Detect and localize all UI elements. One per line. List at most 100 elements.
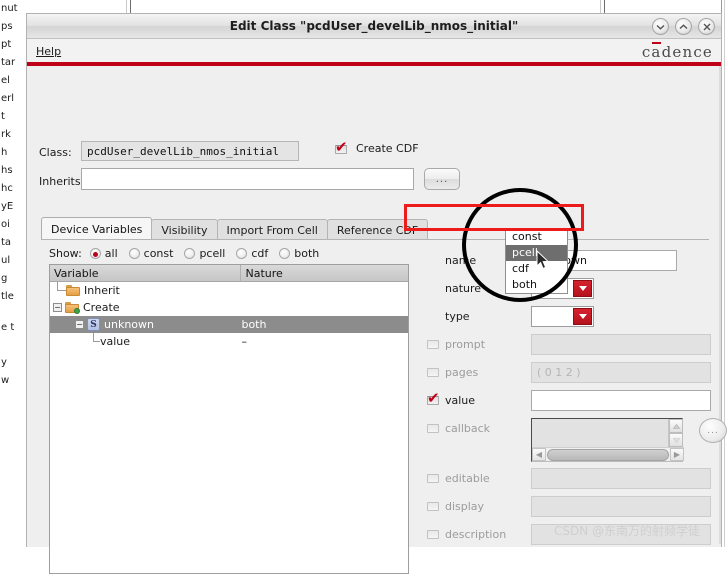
radio-icon[interactable] — [129, 248, 140, 259]
tab-label: Import From Cell — [227, 224, 318, 237]
prompt-input — [531, 334, 711, 355]
scroll-down-icon[interactable] — [669, 433, 683, 447]
property-label-description: description — [427, 528, 531, 541]
bg-text: hc — [1, 183, 13, 194]
collapse-toggle-icon[interactable]: − — [53, 303, 62, 312]
menu-item-help-label: Help — [36, 45, 61, 58]
dialog-titlebar[interactable]: Edit Class "pcdUser_develLib_nmos_initia… — [27, 14, 721, 39]
scroll-left-icon[interactable]: ◀ — [532, 448, 546, 461]
table-row[interactable]: value – — [50, 333, 408, 350]
dialog-menubar: Help cadence — [27, 39, 721, 66]
type-combobox[interactable] — [531, 306, 594, 327]
radio-label: cdf — [251, 247, 268, 260]
create-cdf-checkbox[interactable]: ✔ Create CDF — [335, 142, 419, 155]
nature-dropdown-list[interactable]: const pcell cdf both — [505, 228, 568, 294]
bg-text: w — [1, 375, 9, 386]
radio-pcell[interactable]: pcell — [184, 247, 225, 260]
prompt-checkbox[interactable] — [427, 338, 440, 350]
dialog-body: Class: pcdUser_develLib_nmos_initial ✔ C… — [27, 66, 721, 544]
minimize-icon[interactable] — [652, 18, 669, 35]
checkbox-icon[interactable] — [427, 338, 440, 350]
property-label-prompt: prompt — [427, 338, 531, 351]
tab-reference-cdf[interactable]: Reference CDF — [327, 219, 428, 240]
tab-import-from-cell[interactable]: Import From Cell — [217, 219, 328, 240]
radio-all[interactable]: all — [90, 247, 118, 260]
tree-connector — [88, 333, 100, 350]
callback-textarea[interactable]: ◀ ▶ — [531, 418, 683, 462]
checkbox-icon[interactable] — [427, 422, 440, 434]
column-header-nature[interactable]: Nature — [241, 265, 408, 281]
radio-cdf[interactable]: cdf — [236, 247, 268, 260]
folder-icon — [66, 285, 80, 296]
bg-text: el — [1, 75, 10, 86]
bg-text: hs — [1, 165, 13, 176]
checkbox-icon[interactable]: ✔ — [335, 143, 348, 155]
pages-checkbox[interactable] — [427, 366, 440, 378]
description-checkbox[interactable] — [427, 528, 440, 540]
display-input — [531, 496, 711, 517]
property-row-nature: nature both — [427, 274, 717, 302]
property-label-type: type — [427, 310, 531, 323]
class-label: Class: — [39, 146, 72, 159]
scrollbar-thumb[interactable] — [547, 449, 669, 461]
show-label: Show: — [49, 247, 82, 260]
tree-row-label: Create — [83, 301, 120, 314]
logo-rest: dence — [662, 43, 713, 61]
property-label-editable: editable — [427, 472, 531, 485]
window-controls — [652, 18, 715, 35]
callback-checkbox[interactable] — [427, 422, 440, 434]
dropdown-option-pcell[interactable]: pcell — [506, 245, 567, 261]
editable-checkbox[interactable] — [427, 472, 440, 484]
table-row[interactable]: − S unknown both — [50, 316, 408, 333]
column-header-variable[interactable]: Variable — [50, 265, 241, 281]
bg-text: ps — [1, 21, 13, 32]
scroll-up-icon[interactable] — [669, 419, 683, 433]
scroll-right-icon[interactable]: ▶ — [670, 448, 684, 461]
value-checkbox[interactable]: ✔ — [427, 394, 440, 406]
radio-icon[interactable] — [279, 248, 290, 259]
radio-both[interactable]: both — [279, 247, 319, 260]
chevron-down-icon[interactable] — [573, 308, 592, 325]
table-row[interactable]: Inherit — [50, 282, 408, 299]
menu-item-help[interactable]: Help — [36, 45, 61, 58]
radio-const[interactable]: const — [129, 247, 174, 260]
bg-left-text-strip: nut ps pt tar el erl t rk h hs hc yE oi … — [0, 0, 26, 547]
bg-text: y — [1, 357, 7, 368]
variables-tree[interactable]: Variable Nature Inherit − Create — [49, 264, 409, 574]
checkbox-icon[interactable] — [427, 366, 440, 378]
collapse-toggle-icon[interactable]: − — [75, 320, 84, 329]
callback-vertical-scrollbar[interactable] — [668, 419, 682, 449]
table-row[interactable]: − Create — [50, 299, 408, 316]
value-input[interactable] — [531, 390, 711, 411]
radio-icon[interactable] — [184, 248, 195, 259]
radio-icon[interactable] — [236, 248, 247, 259]
property-row-name: name unknown — [427, 246, 717, 274]
radio-label: both — [294, 247, 319, 260]
dropdown-option-both[interactable]: both — [506, 277, 567, 293]
checkbox-icon[interactable] — [427, 528, 440, 540]
property-label-pages: pages — [427, 366, 531, 379]
close-icon[interactable] — [698, 18, 715, 35]
callback-browse-button[interactable]: ... — [699, 418, 727, 443]
display-checkbox[interactable] — [427, 500, 440, 512]
property-row-callback: callback ◀ — [427, 414, 717, 464]
inherits-input[interactable] — [81, 168, 414, 190]
checkbox-icon[interactable]: ✔ — [427, 394, 440, 406]
show-filter-row: Show: all const pcell cdf both — [49, 247, 326, 260]
tree-row-label: unknown — [104, 318, 154, 331]
maximize-icon[interactable] — [675, 18, 692, 35]
bg-text: g — [1, 273, 7, 284]
tab-visibility[interactable]: Visibility — [151, 219, 217, 240]
dropdown-option-cdf[interactable]: cdf — [506, 261, 567, 277]
checkbox-icon[interactable] — [427, 472, 440, 484]
cadence-logo: cadence — [642, 43, 713, 61]
radio-icon[interactable] — [90, 248, 101, 259]
dropdown-option-const[interactable]: const — [506, 229, 567, 245]
checkbox-icon[interactable] — [427, 500, 440, 512]
chevron-down-icon[interactable] — [573, 280, 592, 297]
tab-device-variables[interactable]: Device Variables — [41, 217, 152, 240]
inherits-browse-button[interactable]: ... — [424, 168, 460, 190]
callback-horizontal-scrollbar[interactable]: ◀ ▶ — [532, 447, 684, 461]
property-row-prompt: prompt — [427, 330, 717, 358]
property-row-pages: pages ( 0 1 2 ) — [427, 358, 717, 386]
